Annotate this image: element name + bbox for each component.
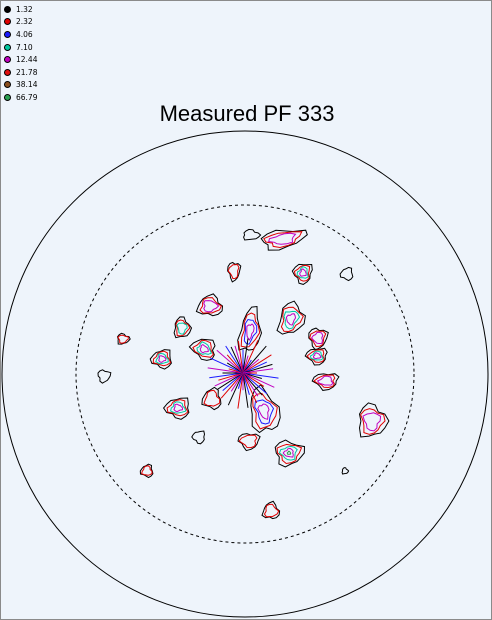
spot-y-level-2 bbox=[263, 503, 280, 518]
spot-z-level-1 bbox=[341, 467, 350, 475]
spot-h-level-1 bbox=[276, 300, 306, 335]
pole-figure-plot bbox=[1, 130, 489, 618]
spot-l-level-5 bbox=[199, 343, 209, 354]
contour-lines bbox=[97, 228, 390, 520]
spot-v-level-2 bbox=[238, 434, 258, 449]
spot-u-level-8 bbox=[286, 450, 292, 455]
spot-j-level-5 bbox=[312, 352, 322, 360]
spot-q-level-5 bbox=[173, 403, 184, 413]
spot-k-level-5 bbox=[158, 355, 167, 363]
spot-u-level-5 bbox=[282, 447, 294, 458]
spot-m-level-5 bbox=[246, 323, 255, 341]
spot-a-level-1 bbox=[243, 228, 262, 241]
spot-t-level-5 bbox=[362, 412, 382, 432]
plot-window: 1.32 2.32 4.06 7.10 12.44 21.78 38.14 66… bbox=[0, 0, 492, 620]
spot-c-level-2 bbox=[227, 263, 240, 280]
spot-s-level-3 bbox=[254, 399, 275, 425]
spot-w-level-1 bbox=[191, 430, 206, 445]
spot-e-level-1 bbox=[339, 266, 354, 282]
spot-s-level-5 bbox=[257, 403, 270, 420]
spot-o-level-1 bbox=[97, 369, 112, 384]
